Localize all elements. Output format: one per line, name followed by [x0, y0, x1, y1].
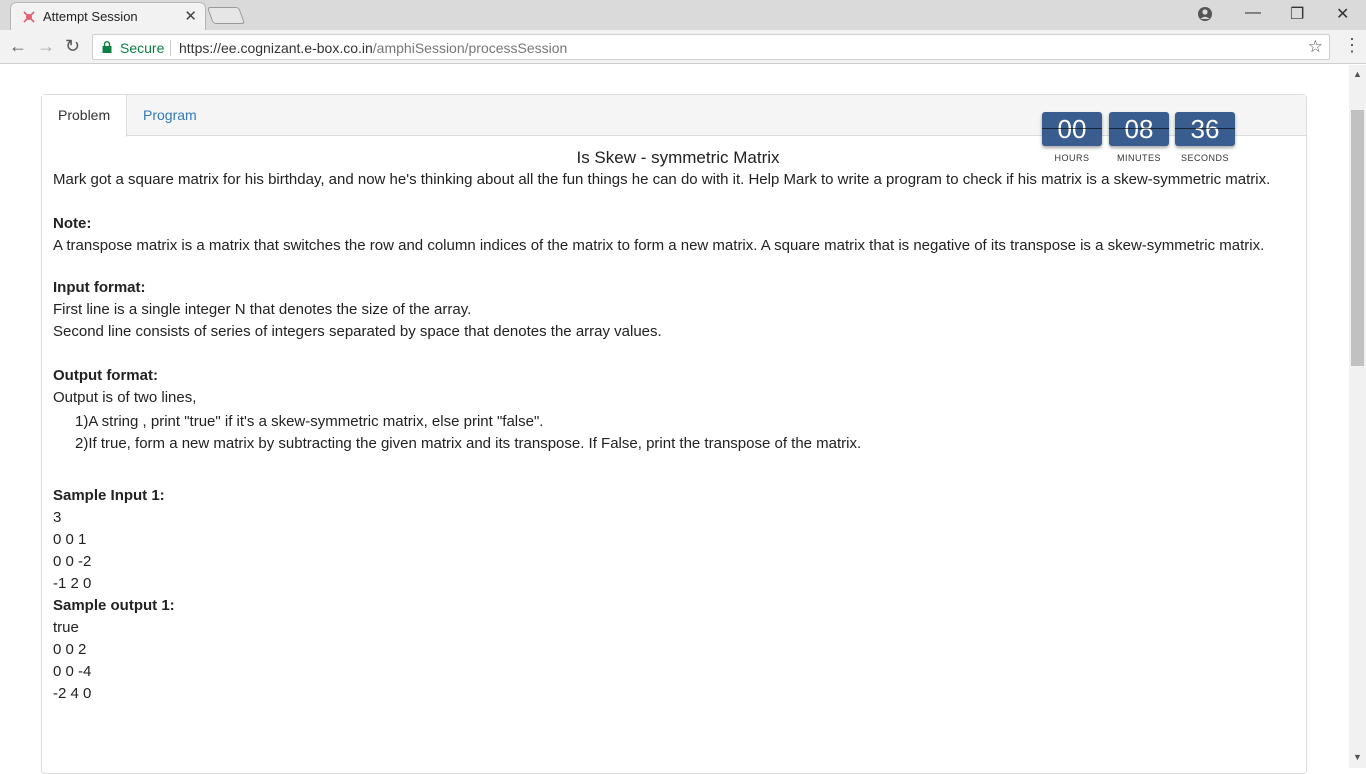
sample-input-heading: Sample Input 1: — [53, 487, 165, 504]
scroll-up-icon[interactable]: ▲ — [1353, 69, 1362, 79]
close-window-icon[interactable]: ✕ — [1336, 4, 1349, 24]
problem-content: Is Skew - symmetric Matrix Mark got a sq… — [53, 147, 1303, 705]
timer-seconds: 36 — [1175, 112, 1235, 146]
input-format-line-2: Second line consists of series of intege… — [53, 323, 662, 340]
ebox-favicon-icon — [23, 11, 35, 23]
back-icon[interactable]: ← — [9, 36, 27, 57]
account-icon[interactable] — [1197, 6, 1213, 22]
sample-output-line: true — [53, 619, 79, 636]
note-heading: Note: — [53, 215, 92, 232]
sample-output-heading: Sample output 1: — [53, 597, 175, 614]
problem-description: Mark got a square matrix for his birthda… — [53, 171, 1271, 188]
output-format-heading: Output format: — [53, 367, 158, 384]
output-format-point-2: 2)If true, form a new matrix by subtract… — [75, 435, 862, 452]
reload-icon[interactable]: ↻ — [65, 36, 80, 57]
browser-toolbar: ← → ↻ Secure https://ee.cognizant.e-box.… — [0, 30, 1366, 64]
sample-output-line: 0 0 2 — [53, 641, 87, 658]
url-text[interactable]: https://ee.cognizant.e-box.co.in/amphiSe… — [179, 40, 567, 56]
scroll-thumb[interactable] — [1351, 110, 1364, 366]
sample-input-line: 3 — [53, 509, 62, 526]
input-format-line-1: First line is a single integer N that de… — [53, 301, 472, 318]
forward-icon[interactable]: → — [37, 36, 55, 57]
url-path: /amphiSession/processSession — [372, 40, 568, 56]
sample-output-line: -2 4 0 — [53, 685, 92, 702]
tab-title: Attempt Session — [43, 9, 138, 24]
problem-panel: Problem Program 00 08 36 HOURS MINUTES S… — [41, 94, 1307, 774]
address-bar[interactable]: Secure https://ee.cognizant.e-box.co.in/… — [92, 34, 1330, 60]
tab-close-icon[interactable]: ✕ — [184, 7, 197, 25]
input-format-heading: Input format: — [53, 279, 146, 296]
timer-hours: 00 — [1042, 112, 1102, 146]
sample-input-line: 0 0 1 — [53, 531, 87, 548]
browser-tab[interactable]: Attempt Session ✕ — [10, 2, 206, 30]
browser-titlebar: Attempt Session ✕ — ❐ ✕ — [0, 0, 1366, 30]
page-scrollbar[interactable]: ▲ ▼ — [1349, 65, 1366, 768]
tab-problem[interactable]: Problem — [42, 95, 127, 137]
browser-menu-icon[interactable]: ⋮ — [1343, 35, 1361, 56]
new-tab-button[interactable] — [206, 7, 246, 24]
restore-icon[interactable]: ❐ — [1290, 4, 1304, 24]
timer-minutes: 08 — [1109, 112, 1169, 146]
problem-title: Is Skew - symmetric Matrix — [576, 148, 780, 167]
output-format-point-1: 1)A string , print "true" if it's a skew… — [75, 413, 544, 430]
omnibox-separator — [170, 40, 171, 56]
sample-output-line: 0 0 -4 — [53, 663, 92, 680]
output-format-line-1: Output is of two lines, — [53, 389, 197, 406]
tab-program[interactable]: Program — [127, 95, 213, 136]
note-text: A transpose matrix is a matrix that swit… — [53, 237, 1265, 254]
secure-label: Secure — [120, 40, 165, 56]
scroll-down-icon[interactable]: ▼ — [1353, 752, 1362, 762]
url-host: https://ee.cognizant.e-box.co.in — [179, 40, 373, 56]
minimize-icon[interactable]: — — [1245, 4, 1261, 22]
sample-input-line: -1 2 0 — [53, 575, 92, 592]
bookmark-star-icon[interactable]: ☆ — [1308, 37, 1323, 57]
lock-icon — [102, 41, 112, 53]
sample-input-line: 0 0 -2 — [53, 553, 92, 570]
